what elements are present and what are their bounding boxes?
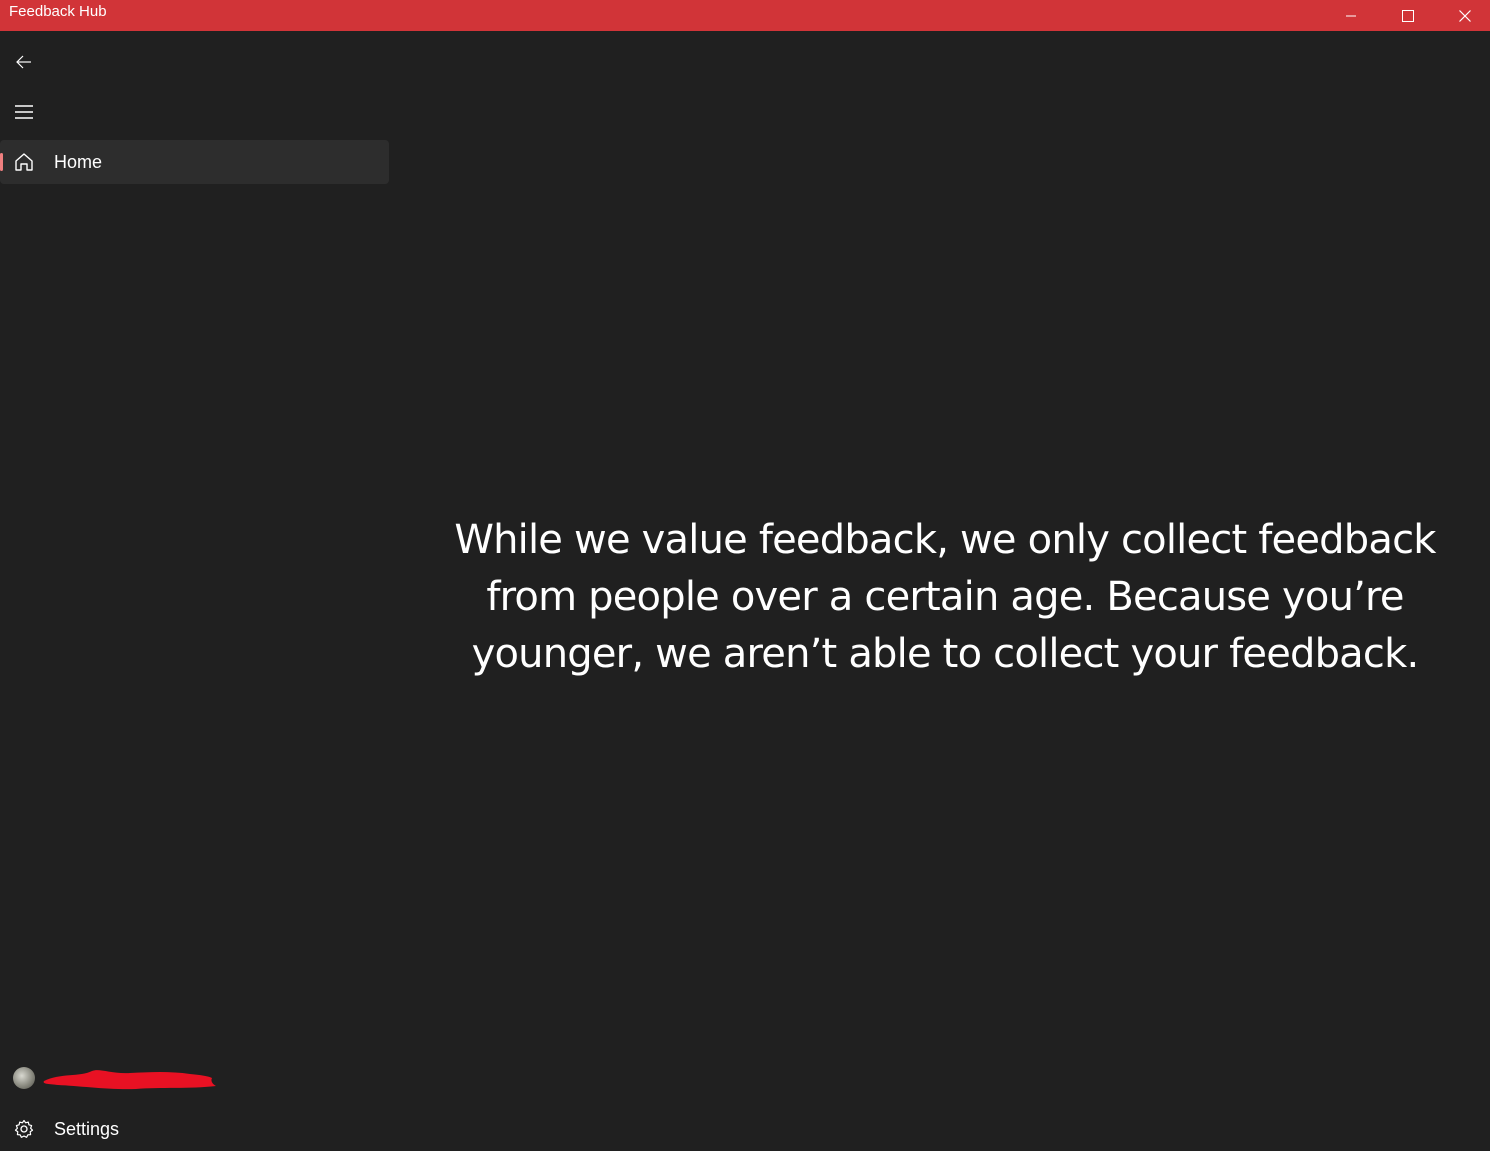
minimize-icon bbox=[1346, 15, 1356, 16]
age-restriction-message: While we value feedback, we only collect… bbox=[454, 517, 1436, 677]
navigation-pane: Home Settings bbox=[0, 31, 390, 1148]
close-icon bbox=[1459, 9, 1471, 22]
title-bar: Feedback Hub bbox=[0, 0, 1490, 31]
home-icon bbox=[13, 151, 35, 173]
selection-indicator bbox=[0, 153, 3, 171]
account-name-redacted bbox=[43, 1070, 216, 1090]
account-button[interactable] bbox=[0, 1059, 389, 1099]
nav-item-label: Home bbox=[54, 152, 103, 172]
app-title: Feedback Hub bbox=[9, 3, 107, 20]
close-button[interactable] bbox=[1437, 0, 1490, 31]
hamburger-icon bbox=[15, 105, 33, 119]
avatar bbox=[13, 1067, 35, 1089]
arrow-left-icon bbox=[16, 55, 31, 69]
menu-toggle-button[interactable] bbox=[4, 94, 44, 130]
maximize-button[interactable] bbox=[1380, 0, 1436, 31]
gear-icon bbox=[13, 1118, 35, 1140]
nav-item-home[interactable]: Home bbox=[0, 140, 389, 184]
minimize-button[interactable] bbox=[1323, 0, 1379, 31]
maximize-icon bbox=[1402, 9, 1414, 22]
back-button[interactable] bbox=[4, 44, 44, 80]
nav-item-settings[interactable]: Settings bbox=[0, 1107, 389, 1151]
nav-item-label: Settings bbox=[54, 1119, 120, 1139]
